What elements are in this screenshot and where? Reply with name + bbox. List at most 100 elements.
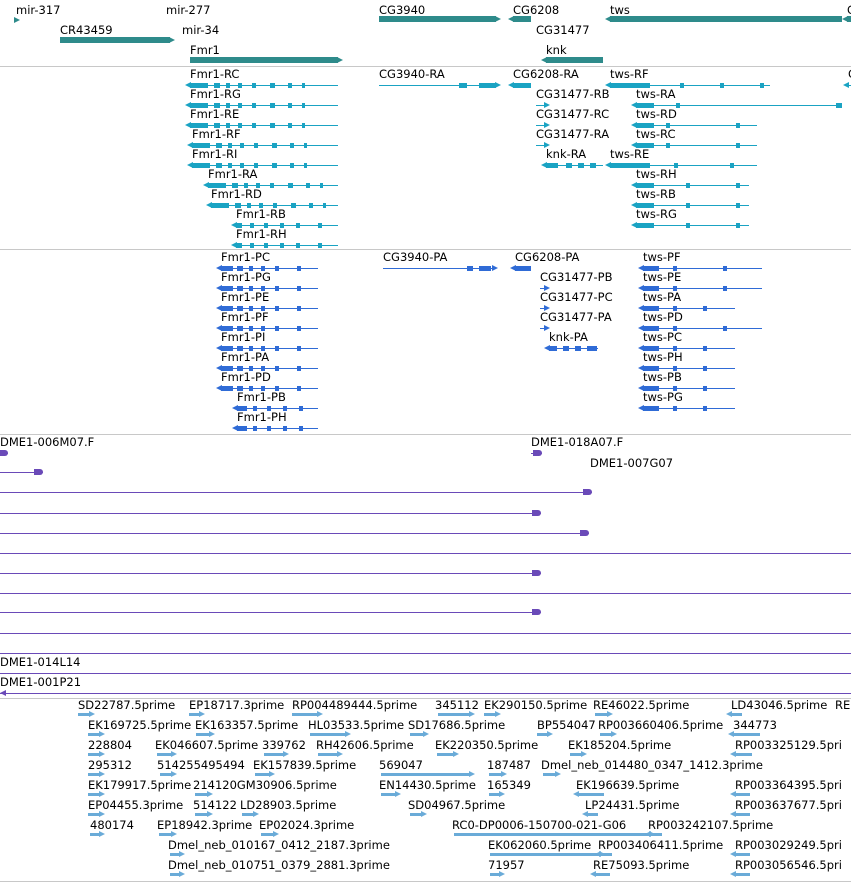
feature-bar	[587, 812, 598, 816]
feature-label: CG31477	[536, 23, 590, 37]
exon-block	[318, 223, 322, 228]
clone-line	[0, 553, 851, 554]
feature-label: Fmr1-RC	[190, 67, 240, 81]
exon-block	[703, 406, 707, 411]
feature-label: Fmr1-RF	[192, 127, 241, 141]
feature-label: 71957	[488, 858, 525, 872]
feature-label: Fmr1-PB	[237, 390, 286, 404]
feature-label: CR43459	[60, 23, 113, 37]
reverse-strand-arrow-icon	[595, 851, 601, 857]
forward-strand-arrow-icon	[395, 791, 401, 797]
feature-bar	[190, 57, 338, 63]
exon-block	[297, 306, 301, 311]
intron-line	[643, 328, 762, 329]
genome-browser-viewport[interactable]: mir-317 mir-277 CR43459 mir-34 Fmr1 CG3940 CG6…	[0, 0, 851, 882]
feature-label: Fmr1-PG	[221, 270, 271, 284]
exon-block	[723, 326, 727, 331]
feature-bar	[735, 872, 750, 876]
feature-bar	[731, 712, 742, 716]
forward-strand-arrow-icon	[499, 791, 505, 797]
forward-strand-arrow-icon	[469, 771, 475, 777]
exon-block	[252, 83, 256, 88]
clone-line	[0, 693, 851, 694]
reverse-strand-arrow-icon	[638, 405, 644, 411]
intron-line	[643, 268, 762, 269]
exon-block	[237, 426, 247, 431]
exon-block	[309, 203, 313, 208]
exon-block	[275, 306, 279, 311]
forward-strand-arrow-icon	[209, 731, 215, 737]
feature-label: RP003029249.5pri	[735, 838, 842, 852]
exon-block	[703, 366, 707, 371]
feature-label: tws-PH	[643, 350, 683, 364]
reverse-strand-arrow-icon	[510, 265, 516, 271]
reverse-strand-arrow-icon	[730, 851, 736, 857]
exon-block	[686, 203, 690, 208]
forward-strand-arrow-icon	[317, 711, 323, 717]
feature-bar	[610, 16, 842, 22]
exon-block	[275, 346, 279, 351]
exon-block	[297, 346, 301, 351]
reverse-strand-arrow-icon	[541, 162, 547, 168]
forward-strand-arrow-icon	[421, 811, 427, 817]
feature-label: EK062060.5prime	[488, 838, 592, 852]
reverse-strand-arrow-icon	[631, 222, 637, 228]
feature-label: LD43046.5prime	[731, 699, 828, 712]
intron-line	[190, 125, 338, 126]
feature-label: tws-PA	[643, 290, 682, 304]
clone-end-block	[0, 450, 8, 456]
feature-label: RC0-DP0006-150700-021-G06	[452, 818, 627, 832]
feature-label: DME1-018A07.F	[531, 435, 624, 449]
feature-label: Fmr1-PF	[221, 310, 269, 324]
clone-track: DME1-006M07.F DME1-018A07.F DME1-007G07 DME…	[0, 435, 851, 698]
exon-block	[296, 223, 300, 228]
feature-label: knk	[546, 43, 567, 57]
feature-label: CG31477-PA	[540, 310, 612, 324]
feature-label: CG6208-RA	[513, 67, 579, 81]
exon-block	[270, 83, 275, 88]
feature-bar	[379, 16, 496, 22]
reverse-strand-arrow-icon	[730, 871, 736, 877]
feature-label: RE	[835, 699, 851, 712]
clone-line	[0, 593, 851, 594]
intron-line	[237, 408, 318, 409]
feature-label: Fmr1-RH	[236, 227, 287, 241]
exon-block	[323, 203, 326, 208]
intron-line	[221, 268, 318, 269]
exon-block	[240, 143, 244, 148]
exon-block	[636, 223, 654, 228]
exon-block	[703, 346, 707, 351]
feature-label: tws-PF	[643, 250, 681, 264]
feature-bar	[60, 37, 170, 43]
reverse-strand-arrow-icon	[605, 162, 611, 168]
exon-block	[836, 103, 842, 108]
feature-label: 480174	[90, 818, 134, 832]
feature-label: Fmr1	[190, 43, 220, 57]
feature-label: Fmr1-PC	[221, 250, 270, 264]
exon-block	[723, 266, 727, 271]
forward-strand-arrow-icon	[611, 731, 617, 737]
feature-label: Fmr1-PA	[221, 350, 270, 364]
reverse-strand-arrow-icon	[573, 791, 579, 797]
exon-block	[479, 266, 491, 271]
feature-label: tws-RE	[610, 147, 650, 161]
feature-bar	[255, 772, 270, 776]
clone-end-block	[532, 609, 541, 615]
feature-label: HL03533.5prime	[308, 718, 405, 732]
feature-label: DME1-006M07.F	[0, 435, 95, 449]
exon-block	[275, 266, 279, 271]
feature-label: tws-PG	[643, 390, 683, 404]
clone-end-block	[532, 510, 541, 516]
feature-label: CG31477-RA	[536, 127, 610, 141]
feature-label: 569047	[379, 758, 423, 772]
reverse-strand-arrow-icon	[645, 831, 651, 837]
reverse-strand-arrow-icon	[185, 122, 191, 128]
forward-strand-arrow-icon	[337, 751, 343, 757]
forward-strand-arrow-icon	[99, 791, 105, 797]
feature-label: Fmr1-RA	[208, 167, 258, 181]
exon-block	[736, 143, 740, 148]
forward-strand-arrow-icon	[99, 731, 105, 737]
feature-bar	[438, 712, 470, 716]
exon-block	[549, 346, 557, 351]
feature-label: Fmr1-RE	[190, 107, 240, 121]
